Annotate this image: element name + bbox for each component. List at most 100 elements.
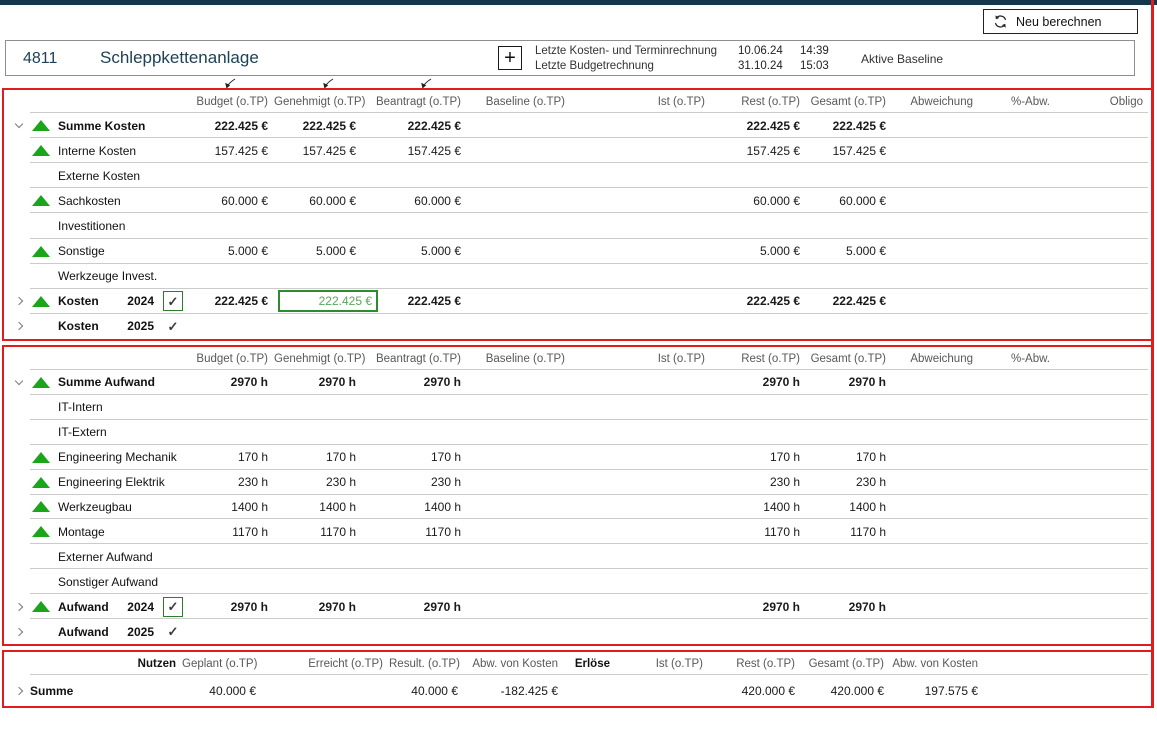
column-header-abw: %-Abw. [979, 96, 1056, 108]
row-label-block: IT-Extern [4, 420, 190, 445]
row-checkwrap: ✓ [156, 320, 190, 333]
column-header-erreicht-o-tp: Erreicht (o.TP) [262, 658, 389, 670]
table-row[interactable]: Externe Kosten [4, 163, 1151, 188]
last-cost-calc-date: 10.06.24 [738, 44, 800, 59]
table-row[interactable]: Sonstige5.000 €5.000 €5.000 €5.000 €5.00… [4, 239, 1151, 264]
table-row[interactable]: IT-Extern [4, 420, 1151, 445]
row-label-block: IT-Intern [4, 395, 190, 420]
row-label: Engineering Elektrik [58, 475, 165, 489]
chevron-right-icon[interactable] [8, 604, 30, 610]
table-row[interactable]: Summe Aufwand2970 h2970 h2970 h2970 h297… [4, 370, 1151, 395]
row-label-block: Interne Kosten [4, 138, 190, 163]
table-row[interactable]: Werkzeuge Invest. [4, 264, 1151, 289]
chevron-right-icon[interactable] [8, 298, 30, 304]
cell-genehmigt-o-tp: 60.000 € [274, 194, 362, 208]
year-checkbox[interactable]: ✓ [163, 597, 183, 617]
row-year: 2025 [127, 319, 154, 333]
header-spacer [4, 347, 190, 370]
recalculate-button[interactable]: Neu berechnen [983, 9, 1138, 34]
column-header-abweichung: Abweichung [892, 96, 979, 108]
cell-budget-o-tp: 222.425 € [190, 119, 274, 133]
table-row[interactable]: Summe40.000 €40.000 €-182.425 €420.000 €… [4, 675, 1151, 706]
column-header-ist-o-tp: Ist (o.TP) [571, 353, 711, 365]
column-header-baseline-o-tp: Baseline (o.TP) [467, 353, 571, 365]
row-label-block: Montage [4, 519, 190, 544]
add-icon[interactable]: + [498, 46, 522, 70]
cell-rest-o-tp: 2970 h [711, 375, 806, 389]
table-row[interactable]: Externer Aufwand [4, 544, 1151, 569]
table-row[interactable]: Kosten2025✓ [4, 314, 1151, 339]
cell-budget-o-tp: 5.000 € [190, 244, 274, 258]
last-budget-calc-time: 15:03 [800, 59, 850, 74]
cell-rest-o-tp: 170 h [711, 450, 806, 464]
column-header-budget-o-tp: Budget (o.TP) [190, 353, 274, 365]
table-row[interactable]: Engineering Mechanik170 h170 h170 h170 h… [4, 445, 1151, 470]
last-cost-calc-label: Letzte Kosten- und Terminrechnung [535, 44, 738, 59]
green-up-triangle [32, 246, 50, 257]
status-triangle-icon [30, 477, 58, 488]
column-header-geplant-o-tp: Geplant (o.TP) [182, 658, 262, 670]
green-up-triangle [32, 377, 50, 388]
cell-rest-o-tp: 2970 h [711, 600, 806, 614]
chevron-right-icon[interactable] [8, 323, 30, 329]
table-row[interactable]: Interne Kosten157.425 €157.425 €157.425 … [4, 138, 1151, 163]
table-row[interactable]: Engineering Elektrik230 h230 h230 h230 h… [4, 470, 1151, 495]
column-header-nutzen: Nutzen [114, 658, 182, 670]
active-baseline-label: Aktive Baseline [861, 52, 943, 66]
table-row[interactable]: Sachkosten60.000 €60.000 €60.000 €60.000… [4, 188, 1151, 213]
status-triangle-icon [30, 246, 58, 257]
table-row[interactable]: Montage1170 h1170 h1170 h1170 h1170 h [4, 519, 1151, 544]
column-header-gesamt-o-tp: Gesamt (o.TP) [806, 353, 892, 365]
green-up-triangle [32, 145, 50, 156]
top-navy-bar [0, 0, 1157, 5]
table-row[interactable]: Summe Kosten222.425 €222.425 €222.425 €2… [4, 113, 1151, 138]
row-checkwrap: ✓ [156, 291, 190, 311]
table-row[interactable]: Aufwand2024✓2970 h2970 h2970 h2970 h2970… [4, 594, 1151, 619]
row-label-block: Kosten2025✓ [4, 314, 190, 339]
cell-genehmigt-o-tp[interactable]: 222.425 € [278, 290, 378, 312]
status-triangle-icon [30, 377, 58, 388]
row-year: 2024 [127, 294, 154, 308]
cell-genehmigt-o-tp: 230 h [274, 475, 362, 489]
column-header-rest-o-tp: Rest (o.TP) [709, 658, 801, 670]
table-row[interactable]: Aufwand2025✓ [4, 619, 1151, 644]
cell-gesamt-o-tp: 2970 h [806, 375, 892, 389]
row-label: Kosten [58, 294, 99, 308]
row-label: Werkzeugbau [58, 500, 132, 514]
status-triangle-icon [30, 526, 58, 537]
calculation-info: Letzte Kosten- und Terminrechnung 10.06.… [535, 44, 850, 73]
last-cost-calc-time: 14:39 [800, 44, 850, 59]
cell-rest-o-tp: 222.425 € [711, 119, 806, 133]
cell-beantragt-o-tp: 1170 h [362, 525, 467, 539]
row-label: Sonstige [58, 244, 105, 258]
column-header-ist-o-tp: Ist (o.TP) [571, 96, 711, 108]
green-up-triangle [32, 195, 50, 206]
last-budget-calc-label: Letzte Budgetrechnung [535, 59, 738, 74]
cell-gesamt-o-tp: 157.425 € [806, 144, 892, 158]
table-row[interactable]: Werkzeugbau1400 h1400 h1400 h1400 h1400 … [4, 495, 1151, 520]
cell-budget-o-tp: 60.000 € [190, 194, 274, 208]
column-header-obligo: Obligo [1056, 96, 1149, 108]
chevron-right-icon[interactable] [8, 688, 30, 694]
cell-genehmigt-o-tp: 2970 h [274, 375, 362, 389]
row-label: Interne Kosten [58, 144, 136, 158]
cell-budget-o-tp: 1400 h [190, 500, 274, 514]
chevron-right-icon[interactable] [8, 629, 30, 635]
table-header-row: Budget (o.TP)Genehmigt (o.TP)Beantragt (… [4, 90, 1151, 113]
year-checkbox[interactable]: ✓ [163, 291, 183, 311]
chevron-down-icon[interactable] [8, 381, 30, 384]
table-row[interactable]: Kosten2024✓222.425 €222.425 €222.425 €22… [4, 289, 1151, 314]
table-row[interactable]: IT-Intern [4, 395, 1151, 420]
cell-gesamt-o-tp: 60.000 € [806, 194, 892, 208]
row-year: 2024 [127, 600, 154, 614]
cell-budget-o-tp: 2970 h [190, 375, 274, 389]
column-header-result-o-tp: Result. (o.TP) [389, 658, 464, 670]
kosten-table-section: Budget (o.TP)Genehmigt (o.TP)Beantragt (… [2, 88, 1153, 341]
table-row[interactable]: Investitionen [4, 213, 1151, 238]
table-row[interactable]: Sonstiger Aufwand [4, 569, 1151, 594]
chevron-down-icon[interactable] [8, 124, 30, 127]
checkmark-icon: ✓ [168, 295, 179, 308]
cell-budget-o-tp: 230 h [190, 475, 274, 489]
cell-rest-o-tp: 60.000 € [711, 194, 806, 208]
row-label-block: Investitionen [4, 213, 190, 238]
